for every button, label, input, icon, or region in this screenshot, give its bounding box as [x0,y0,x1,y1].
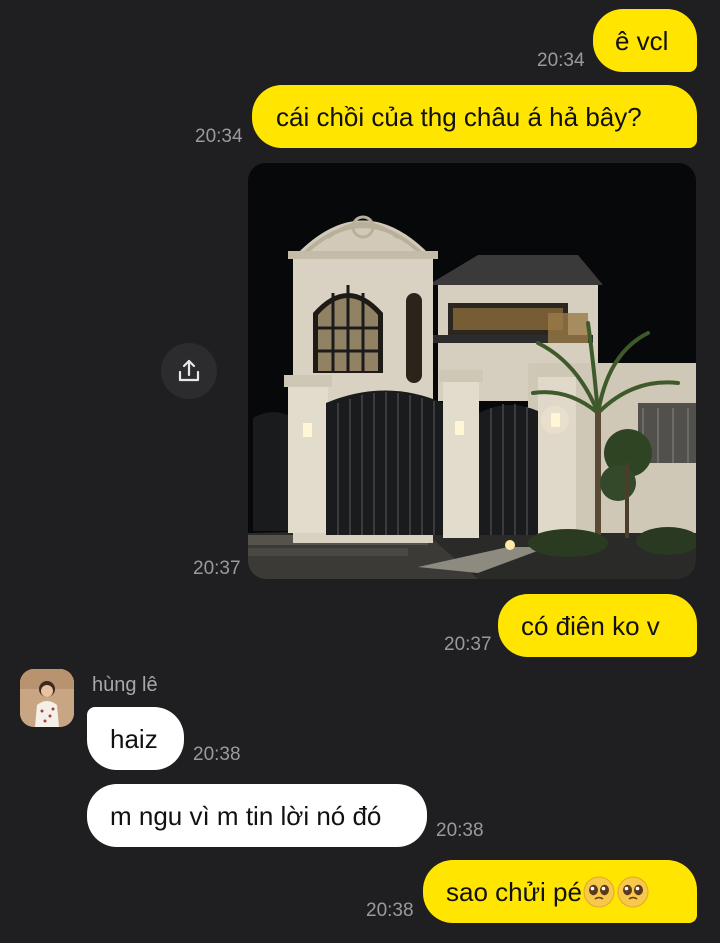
share-icon [178,359,200,382]
message-time: 20:34 [195,126,243,147]
outgoing-message[interactable]: ê vcl [593,9,697,72]
outgoing-message[interactable]: có điên ko v [498,594,697,657]
pleading-face-icon [617,876,649,907]
sender-name: hùng lê [92,674,158,696]
message-time: 20:37 [193,558,241,579]
message-text: haiz [110,723,158,754]
message-text: m ngu vì m tin lời nó đó [110,800,382,831]
house-photo [248,163,696,579]
message-time: 20:34 [537,50,585,71]
photo-message[interactable] [248,163,696,579]
pleading-face-icon [583,876,615,907]
message-time: 20:38 [366,900,414,921]
chat-thread[interactable]: ê vcl 20:34 cái chồi của thg châu á hả b… [0,0,720,943]
person-avatar [20,669,74,727]
share-button[interactable] [161,343,217,399]
message-text: ê vcl [615,25,669,56]
message-time: 20:38 [193,744,241,765]
message-time: 20:37 [444,634,492,655]
incoming-message[interactable]: m ngu vì m tin lời nó đó [87,784,427,847]
message-text: sao chửi pé [446,876,582,907]
message-text: có điên ko v [521,610,660,641]
message-time: 20:38 [436,820,484,841]
message-text: cái chồi của thg châu á hả bây? [276,101,642,132]
contact-avatar[interactable] [20,669,74,727]
outgoing-message[interactable]: cái chồi của thg châu á hả bây? [252,85,697,148]
incoming-message[interactable]: haiz [87,707,184,770]
outgoing-message[interactable]: sao chửi pé 🥹🥹 [423,860,697,923]
